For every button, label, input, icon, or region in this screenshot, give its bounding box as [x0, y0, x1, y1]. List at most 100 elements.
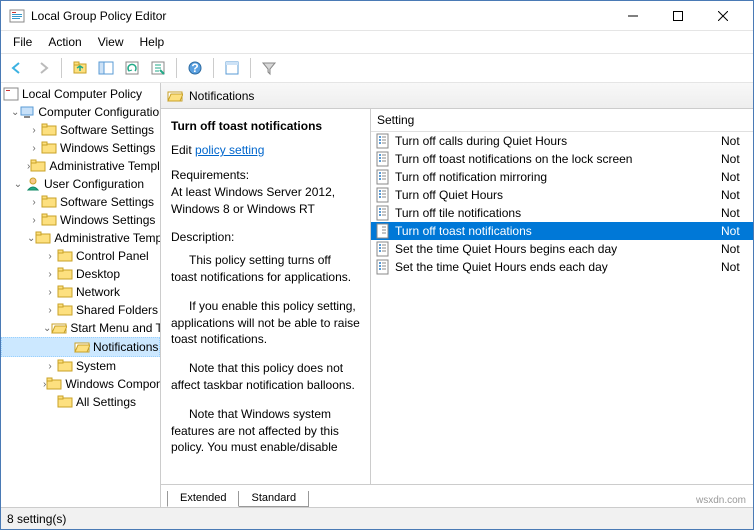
toolbar-separator	[176, 58, 177, 78]
menu-file[interactable]: File	[5, 33, 40, 51]
tree-item[interactable]: › Control Panel	[1, 247, 160, 265]
setting-name: Turn off Quiet Hours	[395, 188, 721, 202]
back-button[interactable]	[5, 56, 29, 80]
refresh-button[interactable]	[120, 56, 144, 80]
detail-pane: Turn off toast notifications Edit policy…	[161, 109, 371, 484]
show-hide-tree-button[interactable]	[94, 56, 118, 80]
expand-icon[interactable]: ›	[43, 287, 57, 298]
tree-item[interactable]: › Software Settings	[1, 193, 160, 211]
edit-prefix: Edit	[171, 143, 192, 157]
maximize-button[interactable]	[655, 2, 700, 30]
close-button[interactable]	[700, 2, 745, 30]
properties-button[interactable]	[220, 56, 244, 80]
tree-item[interactable]: All Settings	[1, 393, 160, 411]
status-text: 8 setting(s)	[7, 512, 66, 526]
expand-icon[interactable]: ›	[27, 143, 41, 154]
list-row[interactable]: Turn off calls during Quiet HoursNot	[371, 132, 753, 150]
folder-icon	[41, 140, 57, 156]
expand-icon[interactable]: ⌄	[11, 179, 25, 190]
setting-state: Not	[721, 152, 749, 166]
setting-state: Not	[721, 188, 749, 202]
list-row[interactable]: Turn off toast notifications on the lock…	[371, 150, 753, 168]
tree-item[interactable]: ›Software Settings	[1, 121, 160, 139]
tree-item[interactable]: ›Windows Settings	[1, 139, 160, 157]
list-row[interactable]: Turn off Quiet HoursNot	[371, 186, 753, 204]
toolbar-separator	[250, 58, 251, 78]
tree-panel[interactable]: Local Computer Policy ⌄ Computer Configu…	[1, 83, 161, 507]
column-setting[interactable]: Setting	[377, 113, 747, 127]
setting-icon	[375, 151, 391, 167]
menu-help[interactable]: Help	[132, 33, 173, 51]
requirements-label: Requirements:	[171, 167, 360, 184]
expand-icon[interactable]: ›	[27, 197, 41, 208]
help-button[interactable]: ?	[183, 56, 207, 80]
setting-name: Turn off calls during Quiet Hours	[395, 134, 721, 148]
app-icon	[9, 8, 25, 24]
list-header[interactable]: Setting	[371, 109, 753, 132]
edit-policy-link[interactable]: policy setting	[195, 143, 264, 157]
requirements-section: Requirements: At least Windows Server 20…	[171, 167, 360, 217]
tree-item[interactable]: › Shared Folders	[1, 301, 160, 319]
content-area: Local Computer Policy ⌄ Computer Configu…	[1, 83, 753, 507]
expand-icon[interactable]: ›	[43, 269, 57, 280]
tree-label: Shared Folders	[76, 303, 158, 317]
minimize-button[interactable]	[610, 2, 655, 30]
view-tabs: Extended Standard	[161, 485, 753, 507]
setting-icon	[375, 259, 391, 275]
setting-state: Not	[721, 170, 749, 184]
expand-icon[interactable]: ›	[43, 251, 57, 262]
right-body: Turn off toast notifications Edit policy…	[161, 109, 753, 485]
export-button[interactable]	[146, 56, 170, 80]
user-icon	[25, 176, 41, 192]
menubar: File Action View Help	[1, 31, 753, 53]
folder-icon	[57, 302, 73, 318]
list-row[interactable]: Set the time Quiet Hours begins each day…	[371, 240, 753, 258]
tree-start-menu[interactable]: ⌄ Start Menu and Taskbar	[1, 319, 160, 337]
svg-text:?: ?	[191, 61, 198, 75]
folder-icon	[30, 158, 46, 174]
list-body[interactable]: Turn off calls during Quiet HoursNotTurn…	[371, 132, 753, 484]
forward-button[interactable]	[31, 56, 55, 80]
tree-root[interactable]: Local Computer Policy	[1, 85, 160, 103]
path-header: Notifications	[161, 83, 753, 109]
menu-action[interactable]: Action	[40, 33, 89, 51]
tree-computer-config[interactable]: ⌄ Computer Configuration	[1, 103, 160, 121]
expand-icon[interactable]: ›	[27, 215, 41, 226]
list-row[interactable]: Turn off toast notificationsNot	[371, 222, 753, 240]
filter-button[interactable]	[257, 56, 281, 80]
up-button[interactable]	[68, 56, 92, 80]
tree-label: Control Panel	[76, 249, 149, 263]
tree-item[interactable]: ›Windows Components	[1, 375, 160, 393]
tree-item[interactable]: ›Administrative Templates	[1, 157, 160, 175]
setting-name: Set the time Quiet Hours ends each day	[395, 260, 721, 274]
tree-item[interactable]: ›Desktop	[1, 265, 160, 283]
tree-item[interactable]: ›System	[1, 357, 160, 375]
tree-admin-templates[interactable]: ⌄ Administrative Templates	[1, 229, 160, 247]
expand-icon[interactable]: ›	[43, 361, 57, 372]
tab-extended[interactable]: Extended	[167, 491, 239, 507]
expand-icon[interactable]: ⌄	[43, 323, 51, 334]
setting-name: Turn off toast notifications on the lock…	[395, 152, 721, 166]
list-row[interactable]: Turn off notification mirroringNot	[371, 168, 753, 186]
tree-notifications[interactable]: Notifications	[1, 337, 160, 357]
tree-item[interactable]: ›Windows Settings	[1, 211, 160, 229]
titlebar: Local Group Policy Editor	[1, 1, 753, 31]
tree-item[interactable]: ›Network	[1, 283, 160, 301]
tree-label: Software Settings	[60, 195, 154, 209]
description-section: Description: This policy setting turns o…	[171, 229, 360, 456]
folder-icon	[41, 122, 57, 138]
menu-view[interactable]: View	[90, 33, 132, 51]
tree-label: Administrative Templates	[49, 159, 161, 173]
expand-icon[interactable]: ›	[43, 305, 57, 316]
list-row[interactable]: Turn off tile notificationsNot	[371, 204, 753, 222]
folder-icon	[57, 284, 73, 300]
tab-standard[interactable]: Standard	[238, 491, 309, 507]
expand-icon[interactable]: ›	[27, 125, 41, 136]
tree-user-config[interactable]: ⌄ User Configuration	[1, 175, 160, 193]
description-p2: If you enable this policy setting, appli…	[171, 298, 360, 348]
expand-icon[interactable]: ⌄	[11, 107, 19, 118]
toolbar-separator	[61, 58, 62, 78]
list-row[interactable]: Set the time Quiet Hours ends each dayNo…	[371, 258, 753, 276]
folder-icon	[57, 248, 73, 264]
expand-icon[interactable]: ⌄	[27, 233, 35, 244]
